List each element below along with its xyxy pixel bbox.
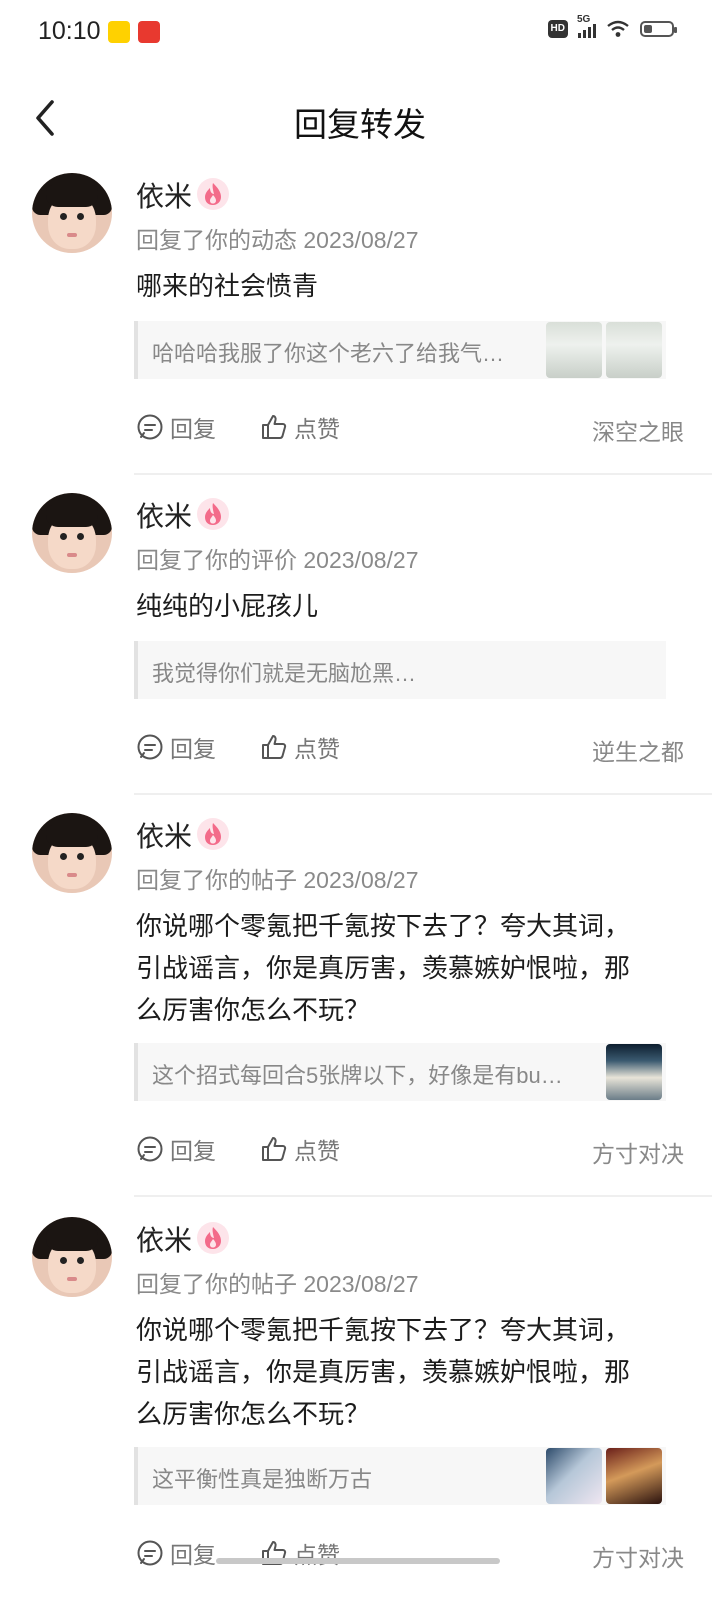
content-line: 么厉害你怎么不玩？ [136, 1399, 371, 1429]
meituan-app-icon [108, 21, 130, 43]
quoted-post[interactable]: 这个招式每回合5张牌以下，好像是有bu… [134, 1043, 666, 1101]
comment-icon [137, 1136, 163, 1162]
avatar[interactable] [32, 813, 112, 893]
reply-button[interactable]: 回复 [136, 1129, 216, 1169]
wifi-icon [607, 20, 629, 37]
reply-content[interactable]: 你说哪个零氪把千氪按下去了？夸大其词， 引战谣言，你是真厉害，羡慕嫉妒恨啦，那 么厉… [136, 905, 676, 1031]
like-button[interactable]: 点赞 [260, 1129, 340, 1169]
level-badge-icon [197, 178, 229, 210]
divider [134, 793, 712, 795]
reply-label: 回复 [170, 416, 216, 442]
source-game-link[interactable]: 方寸对决 [592, 1539, 684, 1573]
reply-content[interactable]: 哪来的社会愤青 [136, 265, 676, 307]
user-name[interactable]: 依米 [136, 1219, 192, 1259]
divider [134, 1195, 712, 1197]
content-line: 哪来的社会愤青 [136, 271, 319, 301]
user-name[interactable]: 依米 [136, 495, 192, 535]
source-game-link[interactable]: 深空之眼 [592, 413, 684, 447]
signal-icon: 5G [577, 14, 596, 38]
reply-button[interactable]: 回复 [136, 407, 216, 447]
action-row: 回复 点赞 方寸对决 [136, 1129, 684, 1169]
action-row: 回复 点赞 深空之眼 [136, 407, 684, 447]
header: 回复转发 [0, 80, 720, 160]
quoted-post[interactable]: 我觉得你们就是无脑尬黑… [134, 641, 666, 699]
quote-thumbnail[interactable] [606, 1044, 662, 1100]
quote-thumbnail[interactable] [606, 322, 662, 378]
content-line: 引战谣言，你是真厉害，羡慕嫉妒恨啦，那 [136, 953, 631, 983]
content-line: 纯纯的小屁孩儿 [136, 591, 319, 621]
level-badge-icon [197, 498, 229, 530]
user-name[interactable]: 依米 [136, 175, 192, 215]
content-line: 你说哪个零氪把千氪按下去了？夸大其词， [136, 1315, 631, 1345]
like-button[interactable]: 点赞 [260, 407, 340, 447]
level-badge-icon [197, 1222, 229, 1254]
comment-icon [137, 734, 163, 760]
avatar[interactable] [32, 173, 112, 253]
avatar[interactable] [32, 1217, 112, 1297]
hd-badge: HD [547, 20, 568, 38]
divider [134, 473, 712, 475]
reply-meta: 回复了你的评价 2023/08/27 [136, 547, 419, 573]
quote-thumbnail[interactable] [606, 1448, 662, 1504]
source-game-link[interactable]: 方寸对决 [592, 1135, 684, 1169]
level-badge-icon [197, 818, 229, 850]
quoted-post[interactable]: 哈哈哈我服了你这个老六了给我气… [134, 321, 666, 379]
like-label: 点赞 [294, 1542, 340, 1568]
home-indicator[interactable] [216, 1558, 500, 1564]
user-name[interactable]: 依米 [136, 815, 192, 855]
reply-button[interactable]: 回复 [136, 1533, 216, 1573]
like-label: 点赞 [294, 1138, 340, 1164]
notification-app-icon [138, 21, 160, 43]
avatar[interactable] [32, 493, 112, 573]
quoted-text: 我觉得你们就是无脑尬黑… [152, 661, 417, 686]
content-line: 么厉害你怎么不玩？ [136, 995, 371, 1025]
source-game-link[interactable]: 逆生之都 [592, 733, 684, 767]
reply-meta: 回复了你的帖子 2023/08/27 [136, 1271, 419, 1297]
like-button[interactable]: 点赞 [260, 1533, 340, 1573]
reply-content[interactable]: 你说哪个零氪把千氪按下去了？夸大其词， 引战谣言，你是真厉害，羡慕嫉妒恨啦，那 么厉… [136, 1309, 676, 1435]
reply-item: 依米 回复了你的动态 2023/08/27 哪来的社会愤青 哈哈哈我服了你这个老… [0, 173, 720, 477]
battery-fill [644, 25, 652, 33]
quoted-text: 这个招式每回合5张牌以下，好像是有bu… [152, 1063, 563, 1088]
status-indicators: HD 5G [547, 14, 677, 38]
like-label: 点赞 [294, 736, 340, 762]
reply-item: 依米 回复了你的帖子 2023/08/27 你说哪个零氪把千氪按下去了？夸大其词… [0, 813, 720, 1199]
reply-label: 回复 [170, 1138, 216, 1164]
reply-button[interactable]: 回复 [136, 727, 216, 767]
thumbs-up-icon [262, 1137, 287, 1161]
status-time: 10:10 [38, 17, 101, 45]
comment-icon [137, 414, 163, 440]
quote-thumbnail[interactable] [546, 322, 602, 378]
action-row: 回复 点赞 逆生之都 [136, 727, 684, 767]
reply-meta: 回复了你的帖子 2023/08/27 [136, 867, 419, 893]
reply-item: 依米 回复了你的帖子 2023/08/27 你说哪个零氪把千氪按下去了？夸大其词… [0, 1217, 720, 1603]
quoted-post[interactable]: 这平衡性真是独断万古 [134, 1447, 666, 1505]
quote-thumbnail[interactable] [546, 1448, 602, 1504]
quoted-text: 这平衡性真是独断万古 [152, 1467, 373, 1492]
content-line: 你说哪个零氪把千氪按下去了？夸大其词， [136, 911, 631, 941]
battery-icon [640, 21, 677, 37]
like-button[interactable]: 点赞 [260, 727, 340, 767]
reply-label: 回复 [170, 1542, 216, 1568]
quoted-text: 哈哈哈我服了你这个老六了给我气… [152, 341, 505, 366]
reply-label: 回复 [170, 736, 216, 762]
content-line: 引战谣言，你是真厉害，羡慕嫉妒恨啦，那 [136, 1357, 631, 1387]
thumbs-up-icon [262, 735, 287, 759]
comment-icon [137, 1540, 163, 1566]
reply-content[interactable]: 纯纯的小屁孩儿 [136, 585, 676, 627]
reply-meta: 回复了你的动态 2023/08/27 [136, 227, 419, 253]
page-title: 回复转发 [294, 106, 426, 143]
network-type: 5G [577, 14, 591, 25]
like-label: 点赞 [294, 416, 340, 442]
status-bar: 10:10 HD 5G [0, 0, 720, 66]
reply-item: 依米 回复了你的评价 2023/08/27 纯纯的小屁孩儿 我觉得你们就是无脑尬… [0, 493, 720, 797]
action-row: 回复 点赞 方寸对决 [136, 1533, 684, 1573]
thumbs-up-icon [262, 415, 287, 439]
